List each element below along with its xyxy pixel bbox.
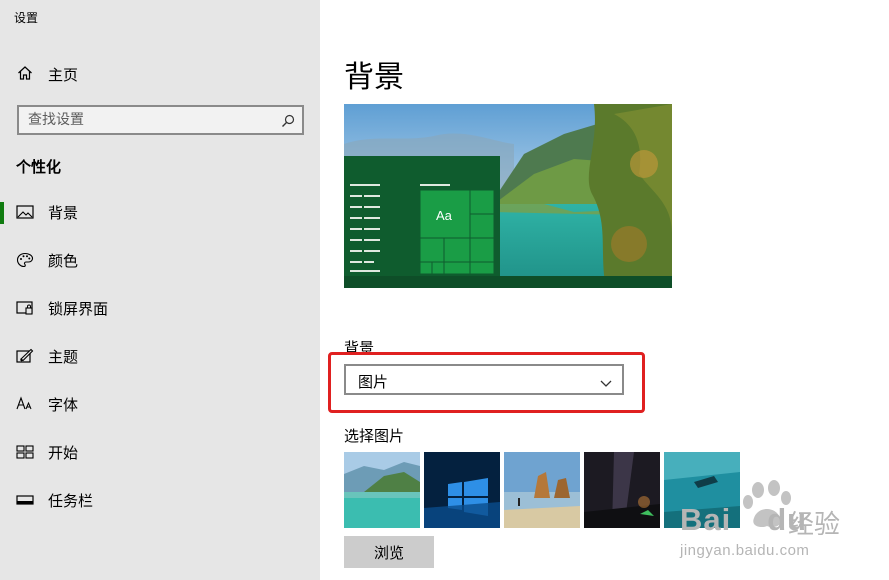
sidebar-item-fonts[interactable]: 字体 [0,384,320,424]
sidebar: 设置 主页 个性化 背景 颜色 锁屏界面 主题 [0,0,320,580]
sidebar-item-themes[interactable]: 主题 [0,336,320,376]
sidebar-item-label: 主题 [48,348,79,366]
baidu-jingyan-watermark: Bai du 经验 jingyan.baidu.com [674,476,854,568]
background-preview: Aa [344,104,672,288]
watermark-url: jingyan.baidu.com [680,542,810,559]
watermark-brand: Bai [680,502,732,537]
active-indicator [0,202,4,224]
image-icon [16,204,34,220]
picture-thumbnail[interactable] [424,452,500,528]
choose-picture-label: 选择图片 [344,427,405,445]
sidebar-item-label: 开始 [48,444,79,462]
taskbar-icon [16,492,34,508]
sidebar-item-label: 任务栏 [48,492,94,510]
theme-icon [16,348,34,364]
preview-tile-text: Aa [436,208,452,223]
picture-thumbnail[interactable] [504,452,580,528]
sidebar-item-label: 背景 [48,204,79,222]
sidebar-item-home[interactable]: 主页 [0,58,320,88]
search-input[interactable] [19,107,269,133]
search-icon[interactable] [281,113,295,127]
annotation-highlight-box [328,352,645,413]
page-title: 背景 [344,60,404,95]
sidebar-item-label: 锁屏界面 [48,300,109,318]
font-icon [16,396,34,412]
sidebar-item-label: 字体 [48,396,79,414]
sidebar-item-lock-screen[interactable]: 锁屏界面 [0,288,320,328]
start-icon [16,444,34,460]
watermark-brand-suffix: 经验 [788,510,841,540]
preview-image [344,104,672,288]
lock-screen-icon [16,300,34,316]
section-heading: 个性化 [16,158,62,176]
sidebar-item-colors[interactable]: 颜色 [0,240,320,280]
picture-thumbnail[interactable] [584,452,660,528]
palette-icon [16,252,34,268]
sidebar-item-label: 颜色 [48,252,79,270]
search-field[interactable] [17,105,304,135]
sidebar-item-label: 主页 [48,66,79,84]
sidebar-item-start[interactable]: 开始 [0,432,320,472]
picture-thumbnail[interactable] [344,452,420,528]
sidebar-item-taskbar[interactable]: 任务栏 [0,480,320,520]
app-title: 设置 [14,11,39,25]
home-icon [17,65,33,81]
browse-button[interactable]: 浏览 [344,536,434,568]
sidebar-item-background[interactable]: 背景 [0,192,320,232]
